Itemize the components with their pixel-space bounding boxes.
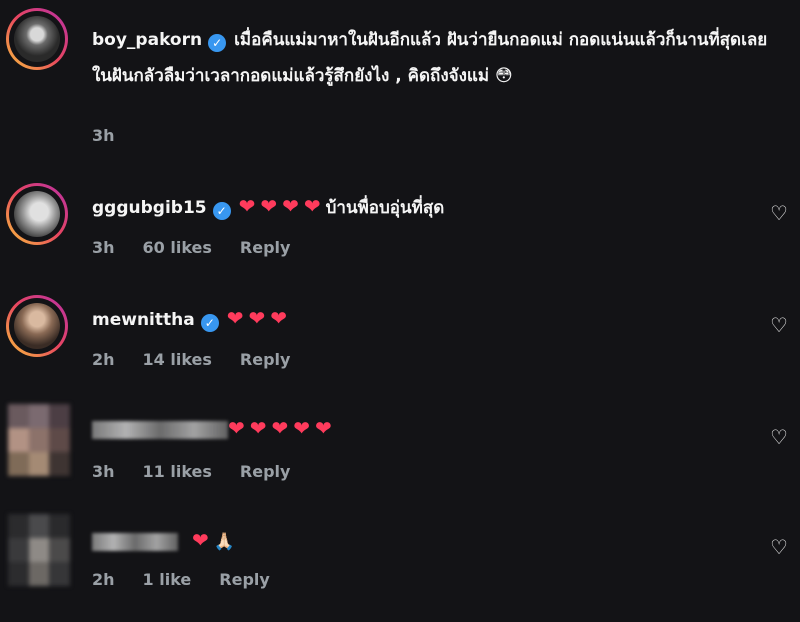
post-meta: 3h	[92, 126, 143, 145]
comment-timestamp: 2h	[92, 350, 115, 369]
comment-timestamp: 3h	[92, 238, 115, 257]
heart-emoji-icons: ❤❤❤❤	[238, 194, 326, 218]
comment-item: gggubgib15 ✓ ❤❤❤❤บ้านพื่อบอุ่นที่สุด ♡ 3h 6…	[0, 178, 800, 288]
comment-username[interactable]: gggubgib15	[92, 198, 207, 218]
comment-likes[interactable]: 11 likes	[143, 462, 212, 481]
comment-line: gggubgib15 ✓ ❤❤❤❤บ้านพื่อบอุ่นที่สุด	[92, 190, 740, 224]
like-comment-button[interactable]: ♡	[768, 202, 790, 224]
like-comment-button[interactable]: ♡	[768, 426, 790, 448]
comment-username[interactable]: mewnittha	[92, 310, 195, 330]
comment-meta: 2h 1 like Reply	[92, 570, 298, 589]
comment-timestamp: 3h	[92, 462, 115, 481]
comment-item: mewnittha ✓ ❤❤❤ ♡ 2h 14 likes Reply	[0, 290, 800, 400]
comment-line: ❤🙏🏻	[92, 524, 740, 558]
comment-item: ❤🙏🏻 ♡ 2h 1 like Reply	[0, 512, 800, 622]
comment-line: ❤❤❤❤❤	[92, 412, 740, 446]
heart-emoji-icons: ❤	[192, 528, 214, 552]
post-author-avatar[interactable]	[6, 8, 68, 70]
comment-likes[interactable]: 1 like	[143, 570, 192, 589]
comment-likes[interactable]: 14 likes	[143, 350, 212, 369]
comment-meta: 2h 14 likes Reply	[92, 350, 318, 369]
post-timestamp: 3h	[92, 126, 115, 145]
blurred-username[interactable]	[92, 533, 178, 551]
comment-likes[interactable]: 60 likes	[143, 238, 212, 257]
commenter-avatar[interactable]	[6, 295, 68, 357]
verified-badge-icon: ✓	[208, 34, 227, 52]
reply-button[interactable]: Reply	[240, 350, 291, 369]
caption-text-block: boy_pakorn ✓ เมื่อคืนแม่มาหาในฝันอีกแล้ว ฝ…	[92, 22, 782, 94]
heart-emoji-icons: ❤❤❤❤❤	[228, 416, 337, 440]
heart-emoji-icons: ❤❤❤	[226, 306, 292, 330]
post-caption-block: boy_pakorn ✓ เมื่อคืนแม่มาหาในฝันอีกแล้ว ฝ…	[0, 0, 800, 160]
verified-badge-icon: ✓	[212, 202, 231, 220]
reply-button[interactable]: Reply	[240, 462, 291, 481]
comment-text: บ้านพื่อบอุ่นที่สุด	[325, 198, 445, 218]
comment-line: mewnittha ✓ ❤❤❤	[92, 302, 740, 336]
pixelated-avatar[interactable]	[8, 514, 70, 586]
prayer-emoji-icon: 🙏🏻	[213, 532, 235, 552]
comment-timestamp: 2h	[92, 570, 115, 589]
reply-button[interactable]: Reply	[240, 238, 291, 257]
post-author-username[interactable]: boy_pakorn	[92, 30, 202, 50]
verified-badge-icon: ✓	[200, 314, 219, 332]
comment-meta: 3h 60 likes Reply	[92, 238, 318, 257]
like-comment-button[interactable]: ♡	[768, 536, 790, 558]
comment-meta: 3h 11 likes Reply	[92, 462, 318, 481]
blurred-username[interactable]	[92, 421, 228, 439]
comment-item: ❤❤❤❤❤ ♡ 3h 11 likes Reply	[0, 402, 800, 512]
like-comment-button[interactable]: ♡	[768, 314, 790, 336]
reply-button[interactable]: Reply	[219, 570, 270, 589]
commenter-avatar[interactable]	[6, 183, 68, 245]
pixelated-avatar[interactable]	[8, 404, 70, 476]
